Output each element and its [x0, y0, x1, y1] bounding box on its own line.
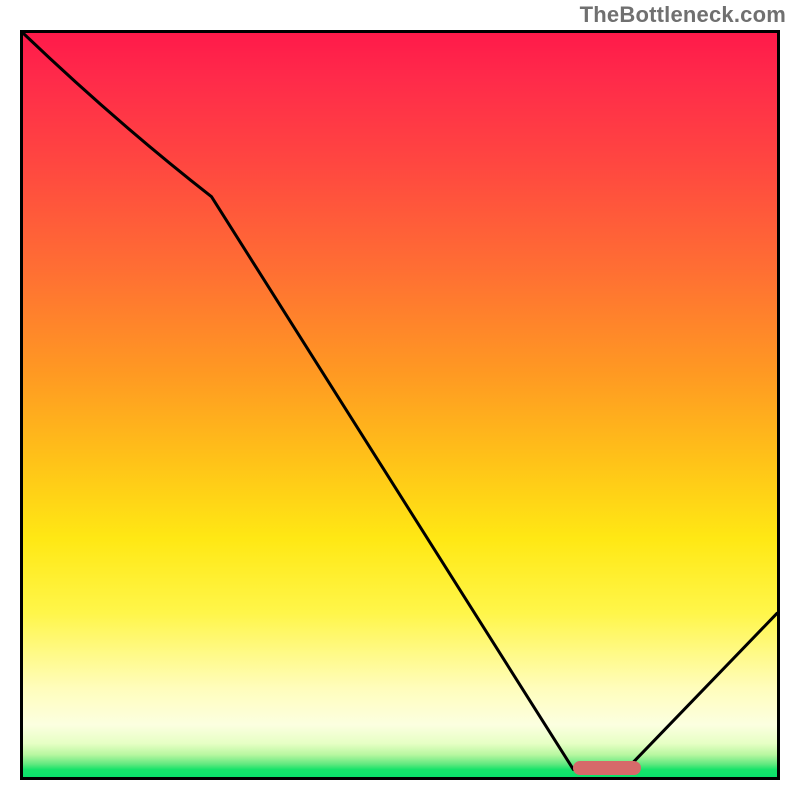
attribution-label: TheBottleneck.com	[580, 2, 786, 28]
chart-container: TheBottleneck.com	[0, 0, 800, 800]
bottleneck-curve	[23, 33, 777, 777]
optimal-range-marker	[573, 761, 641, 775]
plot-area	[20, 30, 780, 780]
